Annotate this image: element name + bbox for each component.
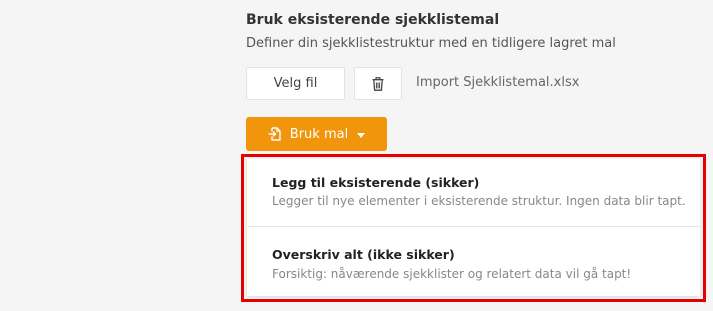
choose-file-button[interactable]: Velg fil: [246, 67, 345, 100]
delete-file-button[interactable]: [354, 67, 402, 100]
menu-item-add-existing[interactable]: Legg til eksisterende (sikker) Legger ti…: [247, 159, 700, 227]
file-import-icon: [268, 127, 281, 141]
menu-item-title: Legg til eksisterende (sikker): [272, 175, 480, 190]
use-template-button[interactable]: Bruk mal: [246, 117, 387, 151]
use-template-label: Bruk mal: [289, 126, 349, 142]
caret-down-icon: [357, 132, 366, 138]
menu-item-title: Overskriv alt (ikke sikker): [272, 247, 455, 262]
menu-item-overwrite-all[interactable]: Overskriv alt (ikke sikker) Forsiktig: n…: [247, 227, 700, 295]
menu-item-description: Forsiktig: nåværende sjekklister og rela…: [272, 267, 632, 281]
template-mode-dropdown: Legg til eksisterende (sikker) Legger ti…: [247, 159, 700, 296]
trash-icon: [372, 76, 384, 91]
page: Bruk eksisterende sjekklistemal Definer …: [0, 0, 713, 311]
menu-item-description: Legger til nye elementer i eksisterende …: [272, 194, 686, 208]
section-description: Definer din sjekklistestruktur med en ti…: [246, 36, 616, 51]
selected-file-name: Import Sjekklistemal.xlsx: [416, 75, 580, 90]
section-title: Bruk eksisterende sjekklistemal: [246, 12, 500, 28]
